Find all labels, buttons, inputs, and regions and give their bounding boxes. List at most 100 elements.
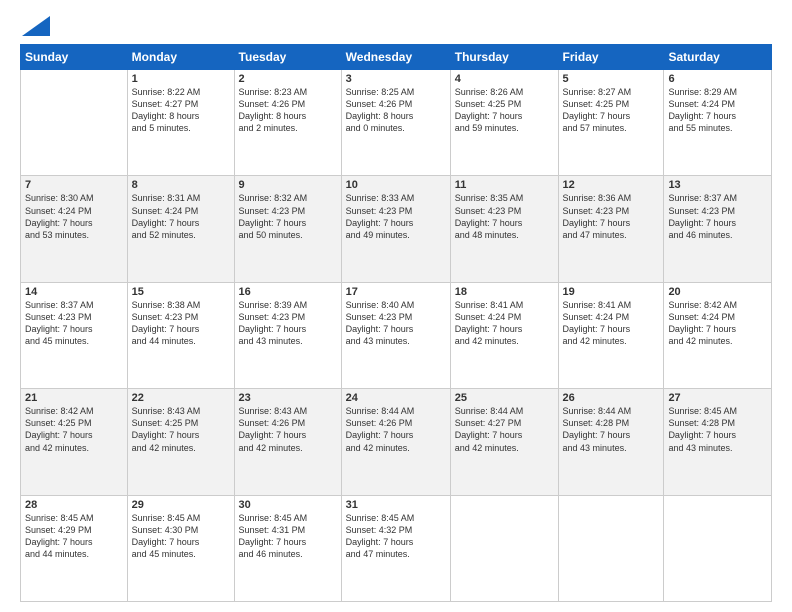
calendar-week-row: 14Sunrise: 8:37 AMSunset: 4:23 PMDayligh… (21, 282, 772, 388)
header (20, 16, 772, 36)
day-info-line: Daylight: 7 hours (563, 323, 660, 335)
day-info-line: Sunset: 4:32 PM (346, 524, 446, 536)
calendar-cell: 14Sunrise: 8:37 AMSunset: 4:23 PMDayligh… (21, 282, 128, 388)
calendar-week-row: 1Sunrise: 8:22 AMSunset: 4:27 PMDaylight… (21, 70, 772, 176)
calendar-header-wednesday: Wednesday (341, 45, 450, 70)
day-info-line: and 47 minutes. (563, 229, 660, 241)
calendar-cell (664, 495, 772, 601)
day-info-line: and 46 minutes. (668, 229, 767, 241)
calendar-header-saturday: Saturday (664, 45, 772, 70)
day-info-line: Daylight: 7 hours (455, 217, 554, 229)
calendar-cell: 9Sunrise: 8:32 AMSunset: 4:23 PMDaylight… (234, 176, 341, 282)
day-info-line: Daylight: 7 hours (346, 429, 446, 441)
day-info-line: Daylight: 7 hours (346, 536, 446, 548)
calendar-week-row: 28Sunrise: 8:45 AMSunset: 4:29 PMDayligh… (21, 495, 772, 601)
day-info-line: Sunset: 4:26 PM (239, 417, 337, 429)
calendar-cell: 12Sunrise: 8:36 AMSunset: 4:23 PMDayligh… (558, 176, 664, 282)
day-info-line: Daylight: 7 hours (25, 536, 123, 548)
day-number: 5 (563, 73, 660, 85)
day-info: Sunrise: 8:43 AMSunset: 4:26 PMDaylight:… (239, 405, 337, 454)
day-info-line: Sunrise: 8:45 AM (25, 512, 123, 524)
day-info-line: Sunset: 4:24 PM (668, 311, 767, 323)
day-info-line: and 43 minutes. (239, 335, 337, 347)
day-info-line: Daylight: 8 hours (132, 110, 230, 122)
day-info-line: Sunrise: 8:25 AM (346, 86, 446, 98)
day-info-line: Sunset: 4:26 PM (239, 98, 337, 110)
day-info-line: Daylight: 7 hours (132, 323, 230, 335)
day-info: Sunrise: 8:37 AMSunset: 4:23 PMDaylight:… (25, 299, 123, 348)
calendar-table: SundayMondayTuesdayWednesdayThursdayFrid… (20, 44, 772, 602)
calendar-cell: 15Sunrise: 8:38 AMSunset: 4:23 PMDayligh… (127, 282, 234, 388)
day-info-line: Daylight: 7 hours (239, 536, 337, 548)
day-info: Sunrise: 8:39 AMSunset: 4:23 PMDaylight:… (239, 299, 337, 348)
day-info-line: Daylight: 7 hours (239, 217, 337, 229)
day-number: 6 (668, 73, 767, 85)
day-info-line: Sunrise: 8:23 AM (239, 86, 337, 98)
calendar-cell: 7Sunrise: 8:30 AMSunset: 4:24 PMDaylight… (21, 176, 128, 282)
day-info-line: Sunset: 4:25 PM (563, 98, 660, 110)
day-info-line: and 44 minutes. (25, 548, 123, 560)
day-info-line: Sunset: 4:31 PM (239, 524, 337, 536)
day-info-line: Sunset: 4:28 PM (563, 417, 660, 429)
day-info: Sunrise: 8:40 AMSunset: 4:23 PMDaylight:… (346, 299, 446, 348)
day-number: 28 (25, 499, 123, 511)
day-info-line: Sunset: 4:23 PM (132, 311, 230, 323)
day-info: Sunrise: 8:26 AMSunset: 4:25 PMDaylight:… (455, 86, 554, 135)
day-info-line: Daylight: 7 hours (563, 429, 660, 441)
day-info-line: Sunset: 4:25 PM (132, 417, 230, 429)
day-info: Sunrise: 8:44 AMSunset: 4:27 PMDaylight:… (455, 405, 554, 454)
day-info-line: Sunrise: 8:26 AM (455, 86, 554, 98)
day-info-line: Sunset: 4:23 PM (455, 205, 554, 217)
calendar-cell: 8Sunrise: 8:31 AMSunset: 4:24 PMDaylight… (127, 176, 234, 282)
day-number: 8 (132, 179, 230, 191)
calendar-header-tuesday: Tuesday (234, 45, 341, 70)
day-info: Sunrise: 8:41 AMSunset: 4:24 PMDaylight:… (563, 299, 660, 348)
day-info-line: and 42 minutes. (455, 335, 554, 347)
day-info-line: Daylight: 7 hours (132, 429, 230, 441)
day-info-line: Sunrise: 8:44 AM (455, 405, 554, 417)
day-info: Sunrise: 8:45 AMSunset: 4:31 PMDaylight:… (239, 512, 337, 561)
calendar-cell: 1Sunrise: 8:22 AMSunset: 4:27 PMDaylight… (127, 70, 234, 176)
day-info-line: and 47 minutes. (346, 548, 446, 560)
calendar-cell: 20Sunrise: 8:42 AMSunset: 4:24 PMDayligh… (664, 282, 772, 388)
day-info-line: Daylight: 7 hours (455, 323, 554, 335)
day-info: Sunrise: 8:31 AMSunset: 4:24 PMDaylight:… (132, 192, 230, 241)
day-number: 1 (132, 73, 230, 85)
day-info-line: and 52 minutes. (132, 229, 230, 241)
day-info: Sunrise: 8:44 AMSunset: 4:26 PMDaylight:… (346, 405, 446, 454)
day-info: Sunrise: 8:35 AMSunset: 4:23 PMDaylight:… (455, 192, 554, 241)
day-number: 19 (563, 286, 660, 298)
calendar-cell: 5Sunrise: 8:27 AMSunset: 4:25 PMDaylight… (558, 70, 664, 176)
day-info-line: Daylight: 7 hours (239, 429, 337, 441)
day-info-line: Sunset: 4:26 PM (346, 417, 446, 429)
day-info-line: Sunset: 4:24 PM (668, 98, 767, 110)
calendar-header-friday: Friday (558, 45, 664, 70)
day-info: Sunrise: 8:44 AMSunset: 4:28 PMDaylight:… (563, 405, 660, 454)
day-info-line: and 42 minutes. (668, 335, 767, 347)
calendar-cell: 18Sunrise: 8:41 AMSunset: 4:24 PMDayligh… (450, 282, 558, 388)
calendar-cell (21, 70, 128, 176)
day-info-line: Sunrise: 8:45 AM (346, 512, 446, 524)
calendar-cell: 25Sunrise: 8:44 AMSunset: 4:27 PMDayligh… (450, 389, 558, 495)
page: SundayMondayTuesdayWednesdayThursdayFrid… (0, 0, 792, 612)
day-number: 11 (455, 179, 554, 191)
calendar-cell: 10Sunrise: 8:33 AMSunset: 4:23 PMDayligh… (341, 176, 450, 282)
day-info-line: Sunrise: 8:41 AM (455, 299, 554, 311)
day-info: Sunrise: 8:30 AMSunset: 4:24 PMDaylight:… (25, 192, 123, 241)
calendar-cell: 24Sunrise: 8:44 AMSunset: 4:26 PMDayligh… (341, 389, 450, 495)
day-info-line: Daylight: 7 hours (132, 536, 230, 548)
calendar-cell: 4Sunrise: 8:26 AMSunset: 4:25 PMDaylight… (450, 70, 558, 176)
day-info-line: Sunset: 4:26 PM (346, 98, 446, 110)
day-info-line: Sunset: 4:29 PM (25, 524, 123, 536)
day-number: 29 (132, 499, 230, 511)
day-info-line: and 46 minutes. (239, 548, 337, 560)
day-number: 9 (239, 179, 337, 191)
day-info-line: Sunrise: 8:41 AM (563, 299, 660, 311)
day-info-line: Sunrise: 8:44 AM (346, 405, 446, 417)
day-info-line: and 53 minutes. (25, 229, 123, 241)
day-info: Sunrise: 8:33 AMSunset: 4:23 PMDaylight:… (346, 192, 446, 241)
day-info-line: Sunset: 4:23 PM (25, 311, 123, 323)
day-info-line: Daylight: 7 hours (25, 323, 123, 335)
day-info-line: Daylight: 7 hours (346, 217, 446, 229)
day-number: 23 (239, 392, 337, 404)
